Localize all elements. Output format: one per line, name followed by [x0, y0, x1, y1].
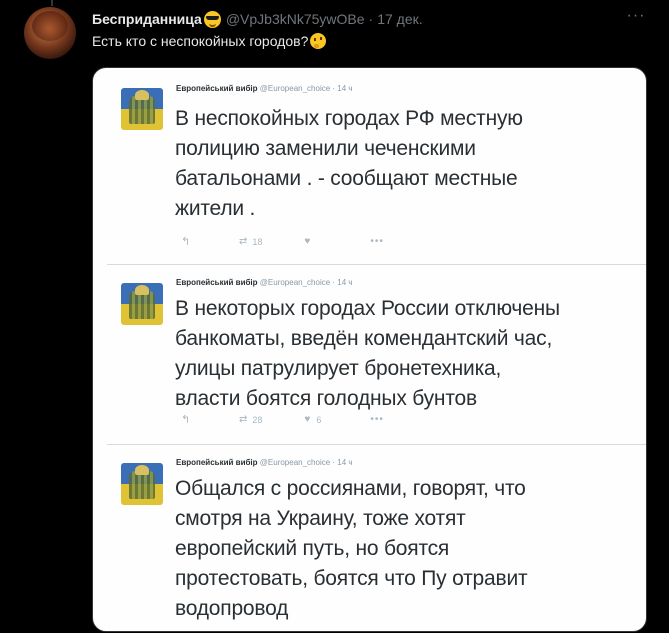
embed-actions: ↰ ⇄ 18 ♥ •••: [181, 235, 384, 248]
embed-text: В неспокойных городах РФ местную полицию…: [175, 104, 523, 224]
retweet-count: 28: [252, 414, 263, 425]
embed-avatar: [121, 463, 163, 505]
embed-text-line: смотря на Украину, тоже хотят: [175, 507, 466, 530]
embed-avatar: [121, 88, 163, 130]
retweet-icon: ⇄: [239, 236, 248, 247]
embed-text: В некоторых городах России отключены бан…: [175, 294, 560, 414]
retweet-count: 18: [252, 236, 263, 247]
embed-text-line: Общался с россиянами, говорят, что: [175, 477, 526, 500]
retweet-icon: ⇄: [239, 414, 248, 425]
embed-text-line: власти боятся голодных бунтов: [175, 387, 477, 410]
embed-text-line: европейский путь, но боятся: [175, 537, 450, 560]
embedded-tweet: Европейський вибір @European_choice · 14…: [93, 68, 646, 264]
author-handle[interactable]: @VpJb3kNk75ywOBe: [226, 11, 365, 27]
tweet-text: Есть кто с неспокойных городов?: [92, 33, 327, 49]
tweet[interactable]: Бесприданница @VpJb3kNk75ywOBe · 17 дек.…: [0, 0, 669, 633]
reply-icon: ↰: [181, 236, 191, 248]
embed-time: · 14 ч: [332, 278, 353, 287]
embed-time: · 14 ч: [332, 458, 353, 467]
embed-handle: @European_choice: [259, 278, 331, 287]
embed-meta: Европейський вибір @European_choice · 14…: [176, 84, 353, 93]
more-dots-icon: •••: [370, 236, 384, 247]
reply-icon: ↰: [181, 414, 191, 426]
embed-text-line: водопровод: [175, 597, 289, 620]
embed-text-line: улицы патрулирует бронетехника,: [175, 357, 502, 380]
embed-text-line: В некоторых городах России отключены: [175, 297, 560, 320]
embed-avatar: [121, 283, 163, 325]
heart-icon: ♥: [304, 414, 311, 425]
embed-author-name: Европейський вибір: [176, 278, 258, 287]
tweet-date[interactable]: 17 дек.: [377, 11, 422, 27]
embed-meta: Европейський вибір @European_choice · 14…: [176, 278, 353, 287]
embed-author-name: Европейський вибір: [176, 84, 258, 93]
tweet-header: Бесприданница @VpJb3kNk75ywOBe · 17 дек.: [92, 9, 423, 29]
embed-time: · 14 ч: [332, 84, 353, 93]
tweet-text-content: Есть кто с неспокойных городов?: [92, 33, 309, 49]
thinking-face-icon: [310, 33, 327, 49]
embedded-tweet: Европейський вибір @European_choice · 14…: [107, 444, 646, 631]
embed-actions: ↰ ⇄ 28 ♥ 6 •••: [181, 413, 384, 426]
smiling-face-with-sunglasses-icon: [203, 10, 221, 28]
embedded-tweet: Европейський вибір @European_choice · 14…: [107, 264, 646, 445]
embed-author-name: Европейський вибір: [176, 458, 258, 467]
embed-text-line: банкоматы, введён комендантский час,: [175, 327, 553, 350]
tweet-image[interactable]: Европейський вибір @European_choice · 14…: [92, 67, 647, 632]
avatar[interactable]: [24, 7, 76, 59]
embed-text-line: полицию заменили чеченскими: [175, 137, 476, 160]
embed-text: Общался с россиянами, говорят, что смотр…: [175, 474, 528, 624]
embed-handle: @European_choice: [259, 458, 331, 467]
embed-text-line: батальонами . - сообщают местные: [175, 167, 518, 190]
embed-text-line: жители .: [175, 197, 256, 220]
more-dots-icon: •••: [370, 414, 384, 425]
heart-icon: ♥: [304, 236, 311, 247]
embed-text-line: протестовать, боятся что Пу отравит: [175, 567, 528, 590]
embed-handle: @European_choice: [259, 84, 331, 93]
embed-text-line: В неспокойных городах РФ местную: [175, 107, 523, 130]
like-count: 6: [316, 414, 322, 425]
author-name[interactable]: Бесприданница: [92, 11, 202, 27]
more-options-icon[interactable]: ···: [624, 8, 648, 28]
embed-meta: Европейський вибір @European_choice · 14…: [176, 458, 353, 467]
separator-dot: ·: [368, 11, 374, 27]
